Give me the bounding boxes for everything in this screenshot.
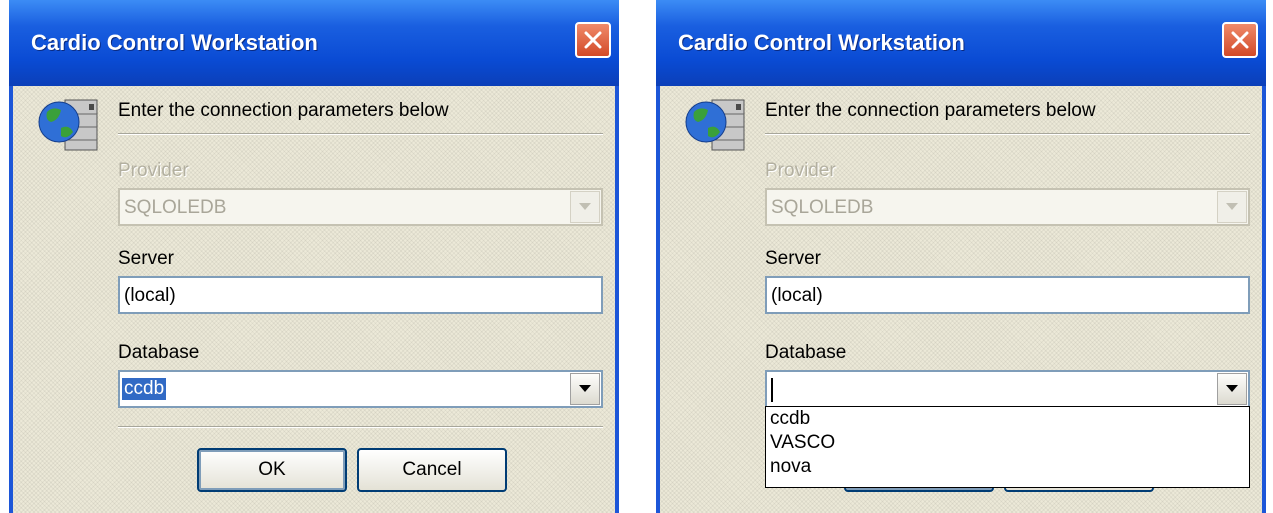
database-combobox[interactable]: ccdb: [118, 370, 603, 408]
provider-dropdown-button: [570, 191, 600, 223]
dropdown-option-nova[interactable]: nova: [766, 455, 1249, 479]
database-globe-icon: [38, 99, 98, 151]
separator: [765, 133, 1250, 135]
window-title: Cardio Control Workstation: [31, 30, 318, 55]
server-input[interactable]: (local): [765, 276, 1250, 314]
instruction-text: Enter the connection parameters below: [765, 100, 1096, 121]
provider-value: SQLOLEDB: [124, 197, 227, 218]
chevron-down-icon: [579, 203, 591, 210]
provider-dropdown-button: [1217, 191, 1247, 223]
provider-label: Provider: [765, 160, 836, 181]
server-value: (local): [771, 285, 823, 306]
cancel-button[interactable]: Cancel: [357, 448, 507, 492]
separator: [118, 133, 603, 135]
provider-label: Provider: [118, 160, 189, 181]
server-label: Server: [118, 248, 174, 269]
database-label: Database: [118, 342, 200, 363]
database-dropdown-button[interactable]: [1217, 373, 1247, 405]
database-value: ccdb: [122, 378, 167, 400]
close-icon: [584, 31, 602, 49]
ok-button[interactable]: OK: [197, 448, 347, 492]
connection-dialog: Cardio Control Workstation Enter the con…: [9, 0, 619, 513]
separator: [118, 426, 603, 428]
server-value: (local): [124, 285, 176, 306]
dropdown-option-vasco[interactable]: VASCO: [766, 431, 1249, 455]
title-bar[interactable]: Cardio Control Workstation: [656, 0, 1266, 86]
chevron-down-icon: [1226, 203, 1238, 210]
database-dropdown-list[interactable]: ccdb VASCO nova: [765, 406, 1250, 488]
title-bar[interactable]: Cardio Control Workstation: [9, 0, 619, 86]
chevron-down-icon: [579, 385, 591, 392]
database-globe-icon: [685, 99, 745, 151]
provider-select: SQLOLEDB: [118, 188, 603, 226]
dropdown-option-ccdb[interactable]: ccdb: [766, 407, 1249, 431]
provider-value: SQLOLEDB: [771, 197, 874, 218]
database-label: Database: [765, 342, 847, 363]
database-combobox[interactable]: [765, 370, 1250, 408]
close-button[interactable]: [1222, 22, 1258, 58]
server-input[interactable]: (local): [118, 276, 603, 314]
server-label: Server: [765, 248, 821, 269]
chevron-down-icon: [1226, 385, 1238, 392]
close-icon: [1231, 31, 1249, 49]
window-title: Cardio Control Workstation: [678, 30, 965, 55]
text-cursor: [771, 378, 773, 402]
database-dropdown-button[interactable]: [570, 373, 600, 405]
connection-dialog: Cardio Control Workstation Enter the con…: [656, 0, 1266, 513]
instruction-text: Enter the connection parameters below: [118, 100, 449, 121]
provider-select: SQLOLEDB: [765, 188, 1250, 226]
close-button[interactable]: [575, 22, 611, 58]
